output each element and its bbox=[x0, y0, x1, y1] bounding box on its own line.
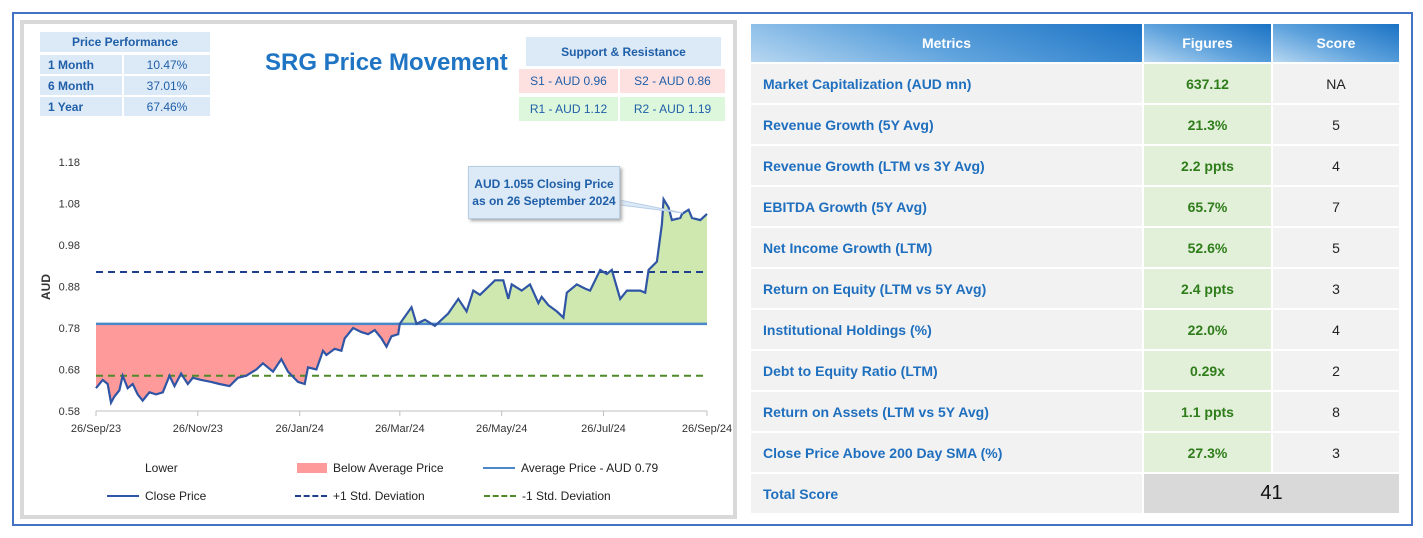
metric-score: 5 bbox=[1273, 105, 1401, 146]
metric-score: 4 bbox=[1273, 146, 1401, 187]
table-row: Revenue Growth (LTM vs 3Y Avg) 2.2 ppts 4 bbox=[751, 146, 1401, 187]
legend-label: -1 Std. Deviation bbox=[522, 489, 611, 503]
metric-figure: 2.4 ppts bbox=[1144, 269, 1273, 310]
y-tick-label: 0.98 bbox=[59, 240, 80, 252]
header-figures: Figures bbox=[1144, 24, 1273, 64]
dashed-swatch-icon bbox=[484, 495, 516, 497]
table-row: Market Capitalization (AUD mn) 637.12 NA bbox=[751, 64, 1401, 105]
metric-figure: 65.7% bbox=[1144, 187, 1273, 228]
x-tick-label: 26/May/24 bbox=[476, 423, 527, 435]
metric-score: 3 bbox=[1273, 433, 1401, 474]
legend-lower: Lower bbox=[145, 461, 178, 475]
legend-label: +1 Std. Deviation bbox=[333, 489, 425, 503]
x-tick-label: 26/Mar/24 bbox=[375, 423, 425, 435]
table-header: Metrics Figures Score bbox=[751, 24, 1401, 64]
legend-average: Average Price - AUD 0.79 bbox=[483, 461, 658, 475]
metric-figure: 637.12 bbox=[1144, 64, 1273, 105]
table-row: Debt to Equity Ratio (LTM) 0.29x 2 bbox=[751, 351, 1401, 392]
line-swatch-icon bbox=[107, 495, 139, 497]
metric-score: 8 bbox=[1273, 392, 1401, 433]
metric-figure: 1.1 ppts bbox=[1144, 392, 1273, 433]
legend-plus-sd: +1 Std. Deviation bbox=[295, 489, 425, 503]
metric-figure: 22.0% bbox=[1144, 310, 1273, 351]
y-tick-label: 0.68 bbox=[59, 365, 80, 377]
legend-label: Below Average Price bbox=[333, 461, 444, 475]
total-row: Total Score 41 bbox=[751, 474, 1401, 515]
closing-price-callout: AUD 1.055 Closing Price as on 26 Septemb… bbox=[468, 166, 620, 219]
metric-score: 5 bbox=[1273, 228, 1401, 269]
metric-name: Net Income Growth (LTM) bbox=[751, 228, 1144, 269]
metric-figure: 0.29x bbox=[1144, 351, 1273, 392]
x-tick-label: 26/Jul/24 bbox=[581, 423, 626, 435]
y-tick-label: 0.58 bbox=[59, 406, 80, 418]
metric-figure: 2.2 ppts bbox=[1144, 146, 1273, 187]
metric-score: 4 bbox=[1273, 310, 1401, 351]
line-swatch-icon bbox=[483, 467, 515, 469]
legend-label: Close Price bbox=[145, 489, 207, 503]
y-tick-label: 1.08 bbox=[59, 199, 80, 211]
total-label: Total Score bbox=[751, 474, 1144, 515]
metric-name: Market Capitalization (AUD mn) bbox=[751, 64, 1144, 105]
table-row: Revenue Growth (5Y Avg) 21.3% 5 bbox=[751, 105, 1401, 146]
metrics-table: Metrics Figures Score Market Capitalizat… bbox=[751, 24, 1401, 515]
legend-label: Average Price - AUD 0.79 bbox=[521, 461, 659, 475]
metric-name: Revenue Growth (5Y Avg) bbox=[751, 105, 1144, 146]
x-tick-label: 26/Nov/23 bbox=[173, 423, 223, 435]
y-axis-label: AUD bbox=[39, 274, 53, 300]
header-score: Score bbox=[1273, 24, 1401, 64]
metric-name: Debt to Equity Ratio (LTM) bbox=[751, 351, 1144, 392]
red-swatch-icon bbox=[297, 463, 327, 473]
legend-label: Lower bbox=[145, 461, 178, 475]
metric-name: Close Price Above 200 Day SMA (%) bbox=[751, 433, 1144, 474]
metric-name: Institutional Holdings (%) bbox=[751, 310, 1144, 351]
table-row: Return on Assets (LTM vs 5Y Avg) 1.1 ppts… bbox=[751, 392, 1401, 433]
header-metrics: Metrics bbox=[751, 24, 1144, 64]
metric-score: 2 bbox=[1273, 351, 1401, 392]
metric-figure: 27.3% bbox=[1144, 433, 1273, 474]
callout-line-1: AUD 1.055 Closing Price bbox=[474, 177, 614, 191]
metric-name: Return on Equity (LTM vs 5Y Avg) bbox=[751, 269, 1144, 310]
x-tick-label: 26/Jan/24 bbox=[276, 423, 324, 435]
metric-figure: 21.3% bbox=[1144, 105, 1273, 146]
total-value: 41 bbox=[1144, 474, 1401, 515]
metric-score: NA bbox=[1273, 64, 1401, 105]
price-chart: 0.58 0.68 0.78 0.88 0.98 1.08 1.18 26/Sep/23 26… bbox=[39, 157, 732, 435]
y-tick-label: 0.88 bbox=[59, 282, 80, 294]
table-row: Return on Equity (LTM vs 5Y Avg) 2.4 ppts… bbox=[751, 269, 1401, 310]
table-row: Institutional Holdings (%) 22.0% 4 bbox=[751, 310, 1401, 351]
metric-score: 3 bbox=[1273, 269, 1401, 310]
callout-line-2: as on 26 September 2024 bbox=[472, 194, 616, 208]
legend-below-average: Below Average Price bbox=[297, 461, 444, 475]
y-tick-label: 0.78 bbox=[59, 323, 80, 335]
y-tick-label: 1.18 bbox=[59, 157, 80, 169]
metric-name: Revenue Growth (LTM vs 3Y Avg) bbox=[751, 146, 1144, 187]
dashed-swatch-icon bbox=[295, 495, 327, 497]
legend-close-price: Close Price bbox=[107, 489, 206, 503]
metric-name: EBITDA Growth (5Y Avg) bbox=[751, 187, 1144, 228]
legend-minus-sd: -1 Std. Deviation bbox=[484, 489, 611, 503]
table-row: Close Price Above 200 Day SMA (%) 27.3% 3 bbox=[751, 433, 1401, 474]
metric-name: Return on Assets (LTM vs 5Y Avg) bbox=[751, 392, 1144, 433]
table-row: Net Income Growth (LTM) 52.6% 5 bbox=[751, 228, 1401, 269]
x-tick-label: 26/Sep/24 bbox=[682, 423, 732, 435]
x-tick-label: 26/Sep/23 bbox=[71, 423, 121, 435]
table-row: EBITDA Growth (5Y Avg) 65.7% 7 bbox=[751, 187, 1401, 228]
metric-score: 7 bbox=[1273, 187, 1401, 228]
metric-figure: 52.6% bbox=[1144, 228, 1273, 269]
